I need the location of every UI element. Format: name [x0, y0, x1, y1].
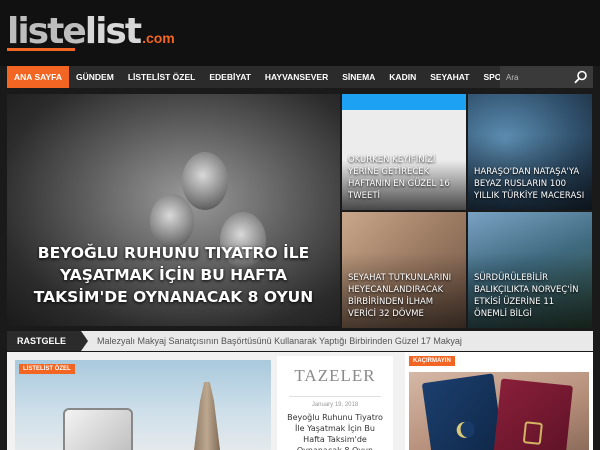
site-header: liste list .com	[0, 0, 600, 66]
tile-title[interactable]: SEYAHAT TUTKUNLARINI HEYECANLANDIRACAK B…	[348, 272, 460, 320]
grid-tile[interactable]: SÜRDÜRÜLEBİLİR BALIKÇILIKTA NORVEÇ'İN ET…	[468, 212, 592, 328]
nav-item-edebiyat[interactable]: EDEBİYAT	[202, 66, 258, 88]
nav-item-ana-sayfa[interactable]: ANA SAYFA	[7, 66, 70, 88]
tazeler-heading: TAZELER	[294, 366, 376, 385]
category-badge[interactable]: LİSTELİST ÖZEL	[19, 364, 75, 374]
tile-title[interactable]: SÜRDÜRÜLEBİLİR BALIKÇILIKTA NORVEÇ'İN ET…	[474, 272, 586, 320]
content-row: LİSTELİST ÖZEL TAZELER January 19, 2018 …	[7, 352, 593, 450]
hero-photo-person	[182, 152, 228, 210]
nav-item-gundem[interactable]: GÜNDEM	[69, 66, 121, 88]
hero-title[interactable]: BEYOĞLU RUHUNU TIYATRO İLE YAŞATMAK İÇİN…	[27, 242, 320, 308]
grid-tile[interactable]: HARAŞO'DAN NATAŞA'YA BEYAZ RUSLARIN 100 …	[468, 94, 592, 210]
search-box	[500, 66, 593, 88]
grid-tile[interactable]: OKURKEN KEYİFİNİZİ YERİNE GETİRECEK HAFT…	[342, 94, 466, 210]
random-ticker: RASTGELE Malezyalı Makyaj Sanatçısının B…	[7, 331, 593, 351]
category-badge[interactable]: KAÇIRMAYIN	[409, 356, 455, 366]
featured-card[interactable]: KAÇIRMAYIN	[405, 352, 593, 450]
phone-image	[63, 408, 133, 450]
logo-part2: list	[84, 11, 142, 52]
nav-item-listelist-ozel[interactable]: LİSTELİST ÖZEL	[121, 66, 203, 88]
tazeler-article-link[interactable]: Beyoğlu Ruhunu Tiyatro İle Yaşatmak İçin…	[285, 412, 385, 450]
nav-item-sinema[interactable]: SİNEMA	[335, 66, 382, 88]
nav-item-seyahat[interactable]: SEYAHAT	[423, 66, 476, 88]
hero-article[interactable]: BEYOĞLU RUHUNU TIYATRO İLE YAŞATMAK İÇİN…	[7, 94, 340, 326]
turkish-passport	[421, 373, 505, 450]
nav-item-kadin[interactable]: KADIN	[382, 66, 423, 88]
featured-card[interactable]: LİSTELİST ÖZEL	[15, 360, 271, 450]
logo-suffix: .com	[142, 30, 175, 46]
tazeler-widget: TAZELER January 19, 2018 Beyoğlu Ruhunu …	[277, 356, 393, 450]
tile-title[interactable]: OKURKEN KEYİFİNİZİ YERİNE GETİRECEK HAFT…	[348, 154, 460, 202]
passport-image	[409, 372, 589, 450]
tazeler-date: January 19, 2018	[311, 402, 359, 408]
galata-tower-image	[193, 382, 221, 450]
logo-underline	[7, 48, 75, 51]
random-link[interactable]: Malezyalı Makyaj Sanatçısının Başörtüsün…	[97, 331, 462, 351]
twitter-bar	[342, 94, 466, 110]
search-input[interactable]	[500, 66, 572, 88]
german-passport	[493, 378, 573, 450]
divider	[289, 396, 381, 397]
nav-item-hayvansever[interactable]: HAYVANSEVER	[258, 66, 335, 88]
hero-photo-person	[150, 194, 194, 248]
tile-title[interactable]: HARAŞO'DAN NATAŞA'YA BEYAZ RUSLARIN 100 …	[474, 166, 586, 202]
random-arrow	[81, 331, 88, 351]
grid-tile[interactable]: SEYAHAT TUTKUNLARINI HEYECANLANDIRACAK B…	[342, 212, 466, 328]
search-icon[interactable]	[574, 70, 588, 84]
main-nav: ANA SAYFA GÜNDEM LİSTELİST ÖZEL EDEBİYAT…	[7, 66, 593, 88]
random-label: RASTGELE	[7, 331, 81, 351]
